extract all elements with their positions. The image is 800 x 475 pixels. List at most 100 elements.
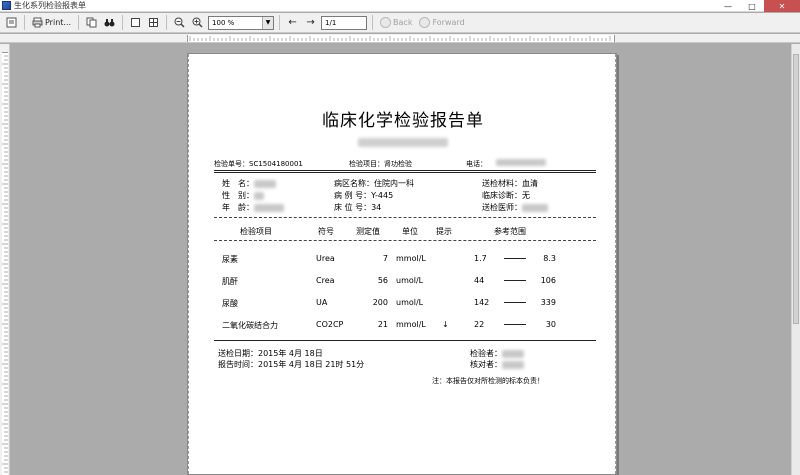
zoom-in-button[interactable]: [190, 15, 205, 30]
redacted-age: [254, 203, 284, 212]
toolbar: Print... 100 % ▼ ← → 1/1 Back Forward: [0, 13, 800, 33]
row-range-low: 142: [474, 298, 490, 307]
row-unit: umol/L: [396, 298, 424, 307]
forward-icon: [419, 17, 431, 28]
redacted-sex: [254, 191, 264, 200]
row-item-name: 二氧化碳结合力: [222, 321, 278, 330]
row-range-low: 22: [474, 320, 485, 329]
app-icon: [2, 1, 11, 10]
back-button[interactable]: Back: [378, 15, 414, 30]
sample-material: 送检材料：血清: [482, 179, 538, 188]
row-symbol: UA: [316, 298, 328, 307]
send-date: 送检日期：2015年 4月 18日: [218, 349, 323, 358]
redacted-name: [254, 179, 276, 188]
col-header-value: 测定值: [356, 227, 380, 236]
col-header-range: 参考范围: [494, 227, 526, 236]
row-unit: umol/L: [396, 276, 424, 285]
row-symbol: Crea: [316, 276, 335, 285]
report-time: 报告时间：2015年 4月 18日 21时 51分: [218, 360, 365, 369]
department: 病区名称：住院内一科: [334, 179, 414, 188]
range-dash: [504, 276, 526, 285]
row-symbol: Urea: [316, 254, 335, 263]
bed-number: 床 位 号：34: [334, 203, 382, 212]
print-button[interactable]: Print...: [30, 15, 73, 30]
range-dash: [504, 254, 526, 263]
binoculars-icon: [104, 19, 115, 27]
toolbar-separator: [166, 15, 168, 30]
page-setup-icon: [6, 17, 17, 28]
previous-page-button[interactable]: ←: [285, 15, 300, 30]
back-icon: [380, 17, 392, 28]
zoom-out-button[interactable]: [172, 15, 187, 30]
sample-number: 检验单号：SC1504180001: [214, 160, 303, 168]
page-input[interactable]: 1/1: [321, 15, 368, 30]
arrow-right-icon: →: [306, 17, 315, 28]
horizontal-ruler: [0, 34, 800, 43]
row-range-high: 339: [540, 298, 556, 307]
redacted-doctor: [522, 203, 548, 212]
vertical-ruler: [0, 44, 10, 475]
ruler-ticks: [2, 55, 8, 473]
doctor-label: 送检医师：: [482, 203, 522, 212]
back-label: Back: [393, 18, 413, 27]
row-flag: ↓: [442, 320, 449, 329]
page-setup-button[interactable]: [4, 15, 19, 30]
redacted-hospital-name: [358, 138, 448, 147]
tester-field: 检验者：: [470, 348, 524, 359]
row-item-name: 尿酸: [222, 299, 238, 308]
range-dash: [504, 298, 526, 307]
test-item: 检验项目：肾功检验: [349, 160, 412, 168]
row-range-high: 30: [545, 320, 556, 329]
zoom-in-icon: [192, 17, 203, 28]
chevron-down-icon: ▼: [262, 16, 274, 29]
row-unit: mmol/L: [396, 254, 426, 263]
row-value: 56: [377, 276, 388, 285]
single-page-icon: [131, 18, 141, 27]
toolbar-separator: [122, 15, 124, 30]
patient-age-field: 年 龄：: [222, 202, 284, 213]
case-number: 病 例 号：Y-445: [334, 191, 394, 200]
row-range-low: 44: [474, 276, 485, 285]
clinical-diagnosis: 临床诊断：无: [482, 191, 530, 200]
toolbar-separator: [372, 15, 374, 30]
phone-label: 电话：: [466, 160, 487, 168]
forward-button[interactable]: Forward: [417, 15, 466, 30]
vertical-scrollbar[interactable]: [791, 44, 800, 475]
row-range-high: 106: [540, 276, 556, 285]
title-bar: 生化系列检验报表单 — □ ✕: [0, 0, 800, 12]
scrollbar-thumb[interactable]: [793, 54, 799, 324]
row-range-low: 1.7: [474, 254, 487, 263]
print-label: Print...: [45, 18, 72, 27]
printer-icon: [32, 17, 43, 28]
next-page-button[interactable]: →: [303, 15, 318, 30]
multi-page-button[interactable]: [146, 15, 161, 30]
minimize-button[interactable]: —: [716, 0, 740, 12]
redacted-tester: [502, 349, 524, 358]
tester-label: 检验者：: [470, 349, 502, 358]
row-range-high: 8.3: [543, 254, 556, 263]
toolbar-separator: [24, 15, 25, 30]
checker-field: 核对者：: [470, 359, 524, 370]
patient-sex-field: 性 别：: [222, 190, 264, 201]
toolbar-separator: [78, 15, 80, 30]
row-unit: mmol/L: [396, 320, 426, 329]
forward-label: Forward: [432, 18, 465, 27]
zoom-out-icon: [174, 17, 185, 28]
copy-button[interactable]: [84, 15, 99, 30]
row-value: 21: [377, 320, 388, 329]
zoom-select[interactable]: 100 % ▼: [208, 15, 275, 30]
row-value: 200: [372, 298, 388, 307]
maximize-button[interactable]: □: [740, 0, 764, 12]
disclaimer-note: 注：本报告仅对所检测的标本负责！: [432, 377, 544, 385]
row-item-name: 尿素: [222, 255, 238, 264]
zoom-value: 100 %: [212, 18, 235, 27]
close-button[interactable]: ✕: [764, 0, 800, 12]
sex-label: 性 别：: [222, 191, 254, 200]
multi-page-icon: [149, 18, 159, 27]
find-button[interactable]: [102, 15, 117, 30]
col-header-unit: 单位: [402, 227, 418, 236]
report-title: 临床化学检验报告单: [322, 111, 484, 131]
single-page-button[interactable]: [128, 15, 143, 30]
toolbar-separator: [279, 15, 281, 30]
dashed-divider: [214, 217, 596, 218]
